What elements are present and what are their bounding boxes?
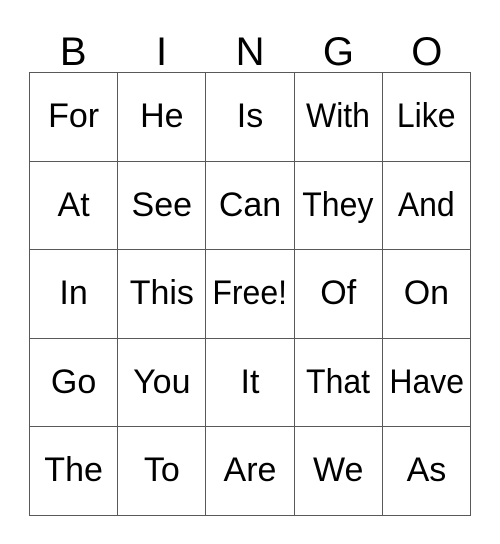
bingo-cell[interactable]: Are [206, 427, 295, 516]
header-letter-text: O [411, 30, 443, 74]
bingo-cell-label: We [313, 451, 364, 490]
bingo-cell[interactable]: In [30, 250, 119, 339]
bingo-cell-label: Like [397, 96, 456, 135]
bingo-cell-label: And [397, 185, 455, 224]
bingo-cell[interactable]: Have [382, 338, 472, 428]
bingo-free-label: Free! [212, 274, 288, 313]
bingo-row: For He Is With Like [30, 73, 472, 162]
bingo-header-letter-i: I [117, 18, 205, 72]
bingo-cell-label: You [133, 362, 191, 401]
bingo-cell[interactable]: At [30, 161, 119, 251]
bingo-card: B I N G O For He Is With Like At See Can… [29, 18, 472, 516]
bingo-cell-label: As [406, 451, 447, 490]
bingo-cell[interactable]: Like [382, 73, 472, 162]
bingo-free-cell[interactable]: Free! [206, 250, 295, 339]
bingo-cell[interactable]: Of [294, 250, 383, 339]
header-letter-text: B [59, 30, 87, 74]
bingo-cell-label: Go [50, 362, 97, 401]
bingo-cell[interactable]: For [30, 73, 119, 162]
bingo-cell[interactable]: See [118, 161, 207, 251]
bingo-cell-label: Have [389, 362, 464, 401]
bingo-cell-label: Is [236, 96, 264, 135]
bingo-cell-label: They [302, 185, 374, 224]
bingo-cell-label: That [306, 362, 371, 401]
bingo-cell[interactable]: He [118, 73, 207, 162]
bingo-cell-label: It [240, 362, 260, 401]
bingo-cell-label: Are [223, 451, 277, 490]
bingo-cell[interactable]: You [118, 338, 207, 428]
bingo-cell[interactable]: The [30, 427, 119, 516]
bingo-cell[interactable]: They [294, 161, 383, 251]
bingo-cell[interactable]: Go [30, 338, 119, 428]
bingo-cell-label: On [403, 274, 450, 313]
header-letter-text: N [235, 30, 265, 74]
bingo-cell-label: For [48, 96, 100, 135]
bingo-cell[interactable]: Is [206, 73, 295, 162]
bingo-row: The To Are We As [30, 427, 472, 516]
bingo-cell-label: With [306, 96, 371, 135]
bingo-row: In This Free! Of On [30, 250, 472, 339]
bingo-cell[interactable]: With [294, 73, 383, 162]
bingo-header: B I N G O [29, 18, 471, 72]
bingo-cell[interactable]: Can [206, 161, 295, 251]
bingo-header-letter-g: G [294, 18, 382, 72]
bingo-cell[interactable]: It [206, 338, 295, 428]
bingo-header-letter-n: N [206, 18, 294, 72]
bingo-cell-label: This [129, 274, 194, 313]
bingo-cell[interactable]: To [118, 427, 207, 516]
bingo-header-letter-o: O [383, 18, 471, 72]
bingo-cell-label: At [57, 185, 90, 224]
bingo-cell-label: He [140, 96, 184, 135]
bingo-row: Go You It That Have [30, 338, 472, 428]
bingo-grid: For He Is With Like At See Can They And … [29, 72, 472, 516]
bingo-cell[interactable]: And [382, 161, 472, 251]
bingo-header-letter-b: B [29, 18, 117, 72]
bingo-cell-label: The [44, 451, 103, 490]
bingo-cell[interactable]: We [294, 427, 383, 516]
bingo-row: At See Can They And [30, 161, 472, 251]
header-letter-text: G [322, 30, 354, 74]
bingo-cell[interactable]: On [382, 250, 472, 339]
bingo-cell-label: Can [218, 185, 282, 224]
bingo-cell[interactable]: That [294, 338, 383, 428]
header-letter-text: I [156, 30, 168, 74]
bingo-cell[interactable]: This [118, 250, 207, 339]
bingo-cell-label: See [131, 185, 193, 224]
bingo-cell[interactable]: As [382, 427, 472, 516]
bingo-cell-label: In [59, 274, 88, 313]
bingo-cell-label: Of [320, 274, 357, 313]
bingo-cell-label: To [143, 451, 180, 490]
